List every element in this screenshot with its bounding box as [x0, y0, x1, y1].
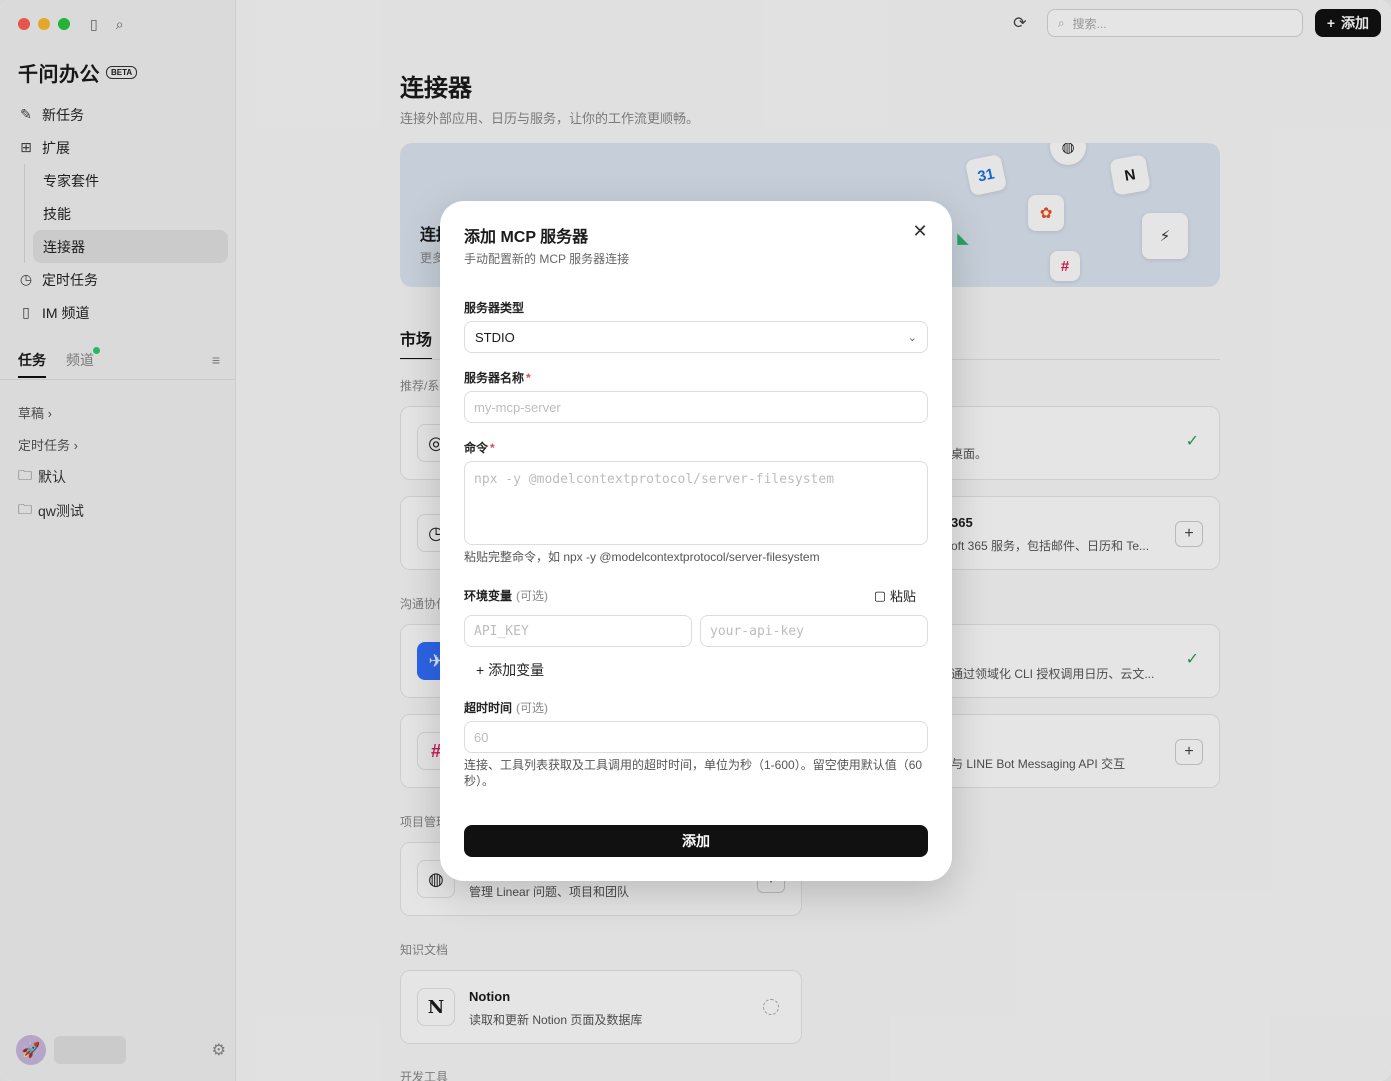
command-textarea[interactable]	[464, 461, 928, 545]
add-mcp-server-dialog: 添加 MCP 服务器 手动配置新的 MCP 服务器连接 ✕ 服务器类型 STDI…	[440, 201, 952, 881]
label-text: 命令	[464, 441, 489, 455]
clipboard-icon: ▢	[873, 587, 886, 603]
paste-label: 粘贴	[889, 589, 916, 604]
dialog-title: 添加 MCP 服务器	[464, 229, 589, 246]
server-type-select[interactable]: STDIO ⌄	[464, 321, 928, 353]
label-text: 超时时间	[464, 701, 513, 715]
label-text: 环境变量	[464, 589, 513, 603]
server-name-label: 服务器名称 *	[464, 369, 531, 386]
required-mark: *	[490, 441, 495, 455]
optional-hint: (可选)	[516, 701, 549, 715]
paste-button[interactable]: ▢ 粘贴	[874, 586, 916, 605]
command-label: 命令 *	[464, 439, 495, 456]
submit-add-button[interactable]: 添加	[464, 825, 928, 857]
dialog-subtitle: 手动配置新的 MCP 服务器连接	[464, 252, 630, 266]
add-variable-label: 添加变量	[488, 662, 545, 678]
env-value-input[interactable]	[700, 615, 928, 647]
timeout-help-text: 连接、工具列表获取及工具调用的超时时间，单位为秒（1-600）。留空使用默认值（…	[464, 758, 923, 788]
chevron-down-icon: ⌄	[907, 331, 917, 344]
env-key-input[interactable]	[464, 615, 692, 647]
required-mark: *	[526, 371, 531, 385]
select-value: STDIO	[475, 329, 515, 345]
app-window: ▯ ⌕ 千问办公 BETA ✎ 新任务 ⊞ 扩展 专家套件 技能 连接器 ◷ 定…	[0, 0, 1391, 1081]
close-icon[interactable]: ✕	[910, 221, 930, 242]
timeout-input[interactable]	[464, 721, 928, 753]
env-vars-label: 环境变量 (可选)	[464, 587, 548, 604]
server-type-label: 服务器类型	[464, 299, 524, 316]
server-name-input[interactable]	[464, 391, 928, 423]
timeout-label: 超时时间 (可选)	[464, 699, 548, 716]
command-help-text: 粘贴完整命令，如 npx -y @modelcontextprotocol/se…	[464, 550, 820, 564]
label-text: 服务器名称	[464, 371, 525, 385]
plus-icon: +	[476, 662, 485, 678]
optional-hint: (可选)	[516, 589, 549, 603]
add-variable-button[interactable]: + 添加变量	[476, 660, 544, 680]
label-text: 服务器类型	[464, 301, 525, 315]
